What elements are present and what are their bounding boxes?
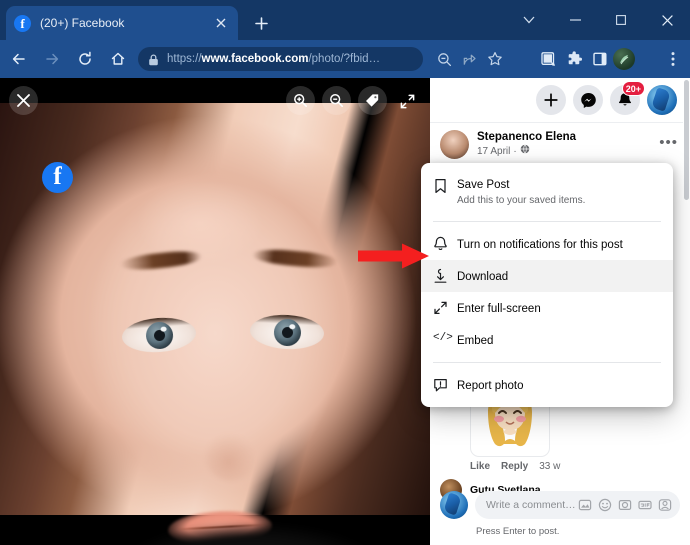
comment-placeholder: Write a comment…	[486, 499, 576, 511]
zoom-out-icon[interactable]	[432, 47, 457, 71]
zoom-out-icon[interactable]	[322, 86, 351, 115]
window-controls	[506, 0, 690, 40]
zoom-in-icon[interactable]	[286, 86, 315, 115]
tab-strip: f (20+) Facebook	[0, 0, 690, 40]
browser-window: f (20+) Facebook https://www.facebook.co…	[0, 0, 690, 545]
scrollbar-thumb[interactable]	[684, 80, 689, 200]
vertical-scrollbar[interactable]	[683, 78, 690, 545]
menu-divider	[433, 362, 661, 363]
eyebrow-right	[251, 247, 339, 270]
emoji-icon[interactable]	[597, 497, 613, 513]
reload-button[interactable]	[71, 45, 99, 73]
post-author-block: Stepanenco Elena 17 April ·	[440, 130, 576, 159]
facebook-header: 20+	[430, 78, 683, 123]
close-photo-button[interactable]	[9, 86, 38, 115]
report-icon	[433, 376, 457, 393]
photo-toolbar	[0, 78, 430, 123]
close-window-button[interactable]	[644, 0, 690, 40]
bell-icon	[433, 235, 457, 252]
address-bar[interactable]: https://www.facebook.com/photo/?fbid…	[138, 47, 423, 71]
menu-item-label: Turn on notifications for this post	[457, 239, 623, 251]
reply-button[interactable]: Reply	[501, 461, 528, 472]
menu-item-report-photo[interactable]: Report photo	[421, 369, 673, 401]
fullscreen-icon	[433, 299, 457, 316]
globe-icon	[520, 144, 530, 159]
side-panel-icon[interactable]	[587, 46, 613, 72]
expand-fullscreen-icon[interactable]	[394, 88, 420, 114]
minimize-button[interactable]	[552, 0, 598, 40]
jacket	[130, 503, 430, 545]
puzzle-extensions-icon[interactable]	[561, 46, 587, 72]
new-tab-button[interactable]	[248, 10, 274, 36]
browser-tab[interactable]: f (20+) Facebook	[6, 6, 238, 40]
avatar-sticker-icon[interactable]	[657, 497, 673, 513]
photo-theater: f	[0, 78, 430, 545]
tab-title: (20+) Facebook	[40, 16, 125, 30]
eyebrow-left	[119, 248, 203, 273]
tab-search-chevron-icon[interactable]	[506, 0, 552, 40]
menu-item-save-post[interactable]: Save Post Add this to your saved items.	[421, 170, 673, 215]
extension-icons	[535, 46, 635, 72]
composer-hint: Press Enter to post.	[476, 526, 560, 537]
nose	[206, 433, 256, 481]
menu-item-turn-on-notifications[interactable]: Turn on notifications for this post	[421, 228, 673, 260]
facebook-favicon: f	[14, 14, 31, 32]
like-button[interactable]: Like	[470, 461, 490, 472]
menu-item-label: Enter full-screen	[457, 303, 541, 315]
eye-right	[249, 313, 325, 351]
menu-item-label: Download	[457, 271, 509, 283]
url-text: https://www.facebook.com/photo/?fbid…	[167, 53, 381, 65]
post-options-menu: Save Post Add this to your saved items. …	[421, 163, 673, 407]
post-date: 17 April	[477, 145, 511, 157]
omnibox-actions	[432, 47, 507, 71]
back-button[interactable]	[5, 45, 33, 73]
eye-left	[120, 315, 198, 355]
bookmark-star-icon[interactable]	[482, 47, 507, 71]
menu-item-enter-full-screen[interactable]: Enter full-screen	[421, 292, 673, 324]
post-more-options-icon[interactable]: •••	[659, 134, 678, 151]
author-name[interactable]: Stepanenco Elena	[477, 130, 576, 144]
maximize-button[interactable]	[598, 0, 644, 40]
comment-time: 33 w	[539, 461, 561, 472]
lock-icon	[148, 53, 160, 66]
menu-item-label: Report photo	[457, 380, 524, 392]
notification-badge: 20+	[621, 81, 645, 96]
facebook-logo[interactable]: f	[42, 162, 73, 193]
menu-item-sublabel: Add this to your saved items.	[457, 195, 586, 206]
sticker-icon[interactable]	[577, 497, 593, 513]
menu-item-download[interactable]: Download	[421, 260, 673, 292]
code-icon: </>	[433, 332, 453, 344]
download-icon	[433, 267, 457, 284]
account-avatar[interactable]	[647, 85, 677, 115]
camera-icon[interactable]	[617, 497, 633, 513]
forward-button[interactable]	[38, 45, 66, 73]
annotation-arrow-icon	[358, 243, 430, 274]
notifications-button[interactable]: 20+	[610, 81, 645, 115]
gif-icon[interactable]	[637, 497, 653, 513]
chrome-menu-button[interactable]	[662, 47, 684, 71]
share-icon[interactable]	[457, 47, 482, 71]
messenger-button[interactable]	[573, 85, 603, 115]
close-tab-icon[interactable]	[212, 14, 230, 32]
post-timestamp: 17 April ·	[477, 144, 576, 159]
menu-item-label: Embed	[457, 335, 494, 347]
bookmark-icon	[433, 177, 457, 194]
avatar	[440, 491, 468, 519]
comment-actions: Like Reply 33 w	[470, 461, 560, 472]
comment-composer: Write a comment…	[440, 491, 680, 519]
menu-divider	[433, 221, 661, 222]
home-button[interactable]	[104, 45, 132, 73]
reading-list-icon[interactable]	[535, 46, 561, 72]
timestamp-separator: ·	[513, 145, 517, 157]
menu-item-label: Save Post	[457, 179, 510, 191]
comment-input[interactable]: Write a comment…	[475, 491, 680, 519]
create-button[interactable]	[536, 85, 566, 115]
author-avatar[interactable]	[440, 130, 469, 159]
tag-photo-icon[interactable]	[358, 86, 387, 115]
profile-avatar[interactable]	[613, 48, 635, 70]
menu-item-embed[interactable]: </> Embed	[421, 324, 673, 356]
